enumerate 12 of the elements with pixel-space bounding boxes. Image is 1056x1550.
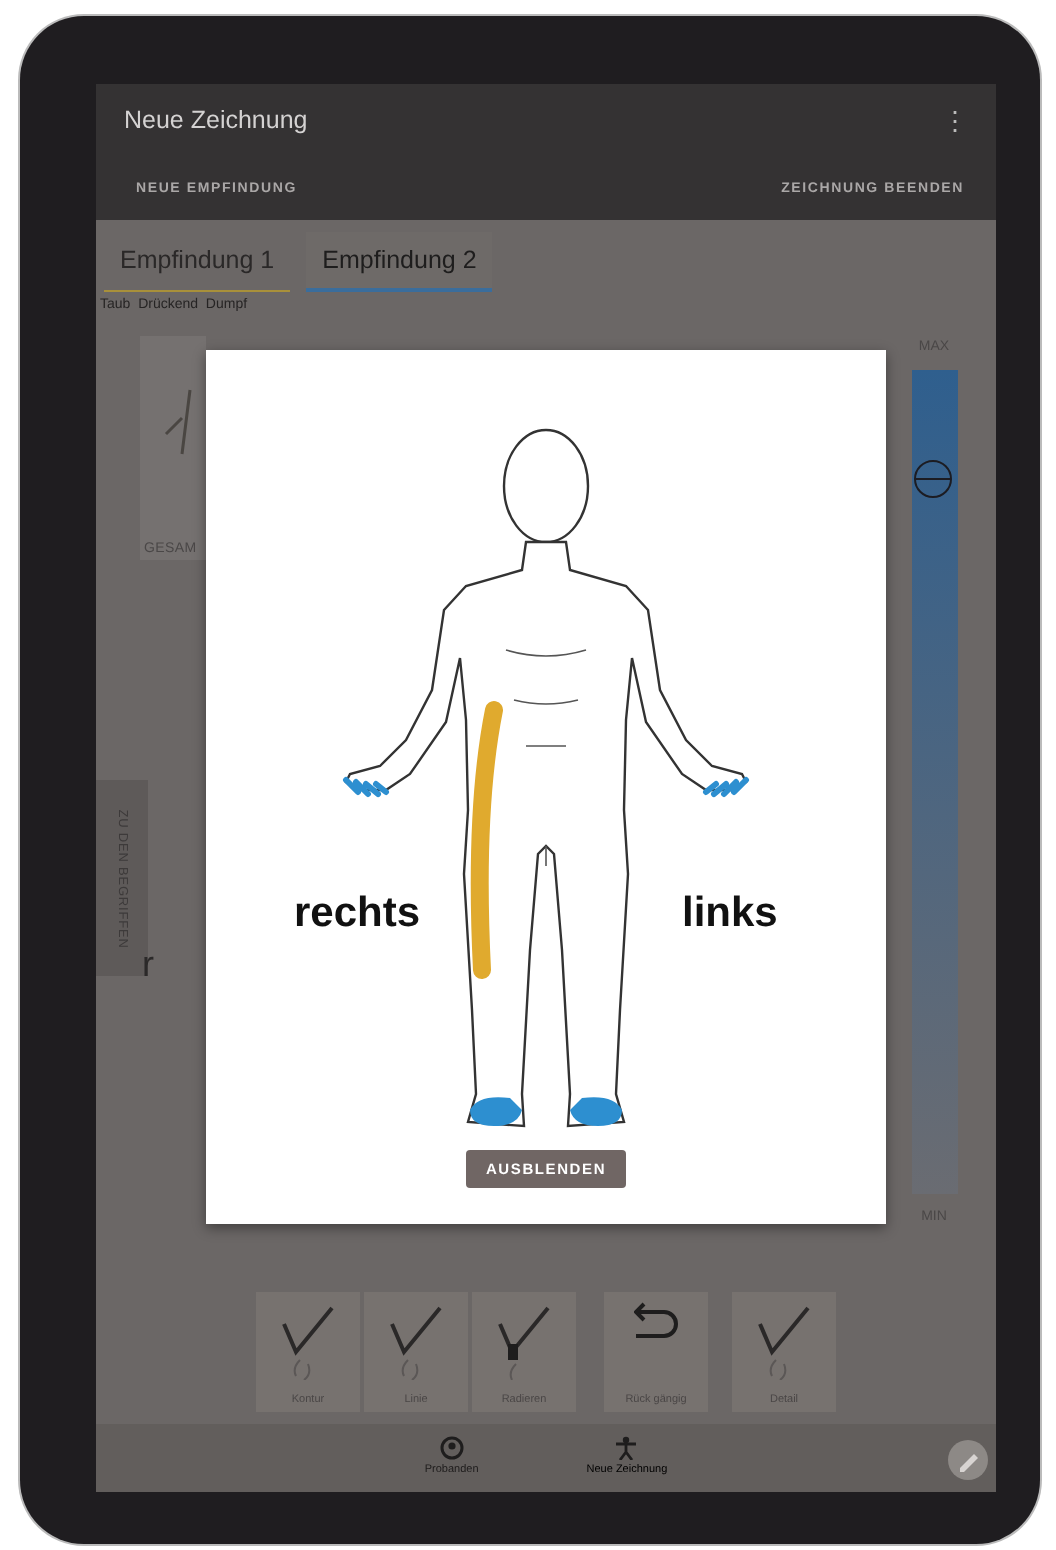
- edit-button[interactable]: [948, 1440, 988, 1480]
- more-menu-icon[interactable]: ⋮: [942, 105, 968, 135]
- app-title: Neue Zeichnung: [124, 106, 308, 134]
- side-label: rechts: [294, 890, 421, 938]
- standing-figure-icon: [614, 1436, 639, 1460]
- slider-thumb[interactable]: [913, 459, 951, 498]
- figure-sketch-icon: [164, 388, 192, 456]
- person-icon: [439, 1436, 464, 1460]
- tab[interactable]: Empfindung 1: [104, 232, 291, 292]
- side-label: links: [682, 890, 778, 938]
- partial-text: r: [142, 944, 156, 986]
- undo-icon: [634, 1300, 678, 1340]
